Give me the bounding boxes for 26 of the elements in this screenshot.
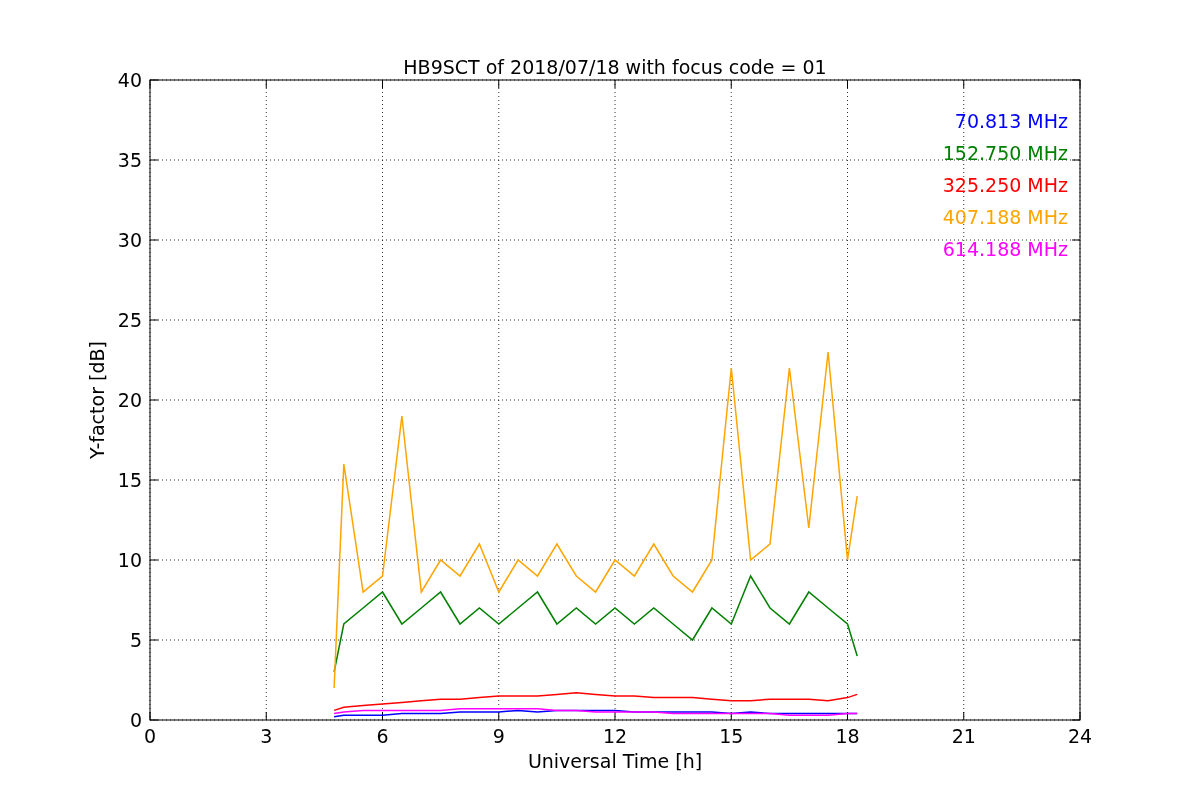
y-tick-label: 25 [117, 309, 142, 331]
x-tick-label: 0 [143, 725, 157, 747]
x-tick-label: 21 [951, 725, 976, 747]
x-tick-label: 15 [719, 725, 744, 747]
legend-label: 407.188 MHz [942, 206, 1068, 228]
x-axis-label: Universal Time [h] [527, 750, 703, 772]
legend-label: 152.750 MHz [942, 142, 1068, 164]
y-tick-label: 35 [117, 149, 142, 171]
y-tick-label: 15 [117, 469, 142, 491]
x-tick-label: 6 [376, 725, 389, 747]
chart-title: HB9SCT of 2018/07/18 with focus code = 01 [403, 56, 827, 78]
legend-label: 325.250 MHz [942, 174, 1068, 196]
legend-label: 614.188 MHz [942, 238, 1068, 260]
x-tick-label: 9 [492, 725, 505, 747]
y-tick-label: 20 [117, 389, 142, 411]
legend-label: 70.813 MHz [954, 110, 1068, 132]
x-tick-label: 3 [260, 725, 273, 747]
x-tick-label: 24 [1067, 725, 1093, 747]
y-tick-label: 10 [117, 549, 142, 571]
y-tick-label: 40 [117, 69, 142, 91]
y-tick-label: 30 [117, 229, 142, 251]
y-tick-label: 0 [129, 709, 142, 731]
x-tick-label: 18 [835, 725, 860, 747]
y-tick-label: 5 [129, 629, 142, 651]
x-tick-label: 12 [602, 725, 628, 747]
y-axis-label: Y-factor [dB] [86, 341, 108, 459]
